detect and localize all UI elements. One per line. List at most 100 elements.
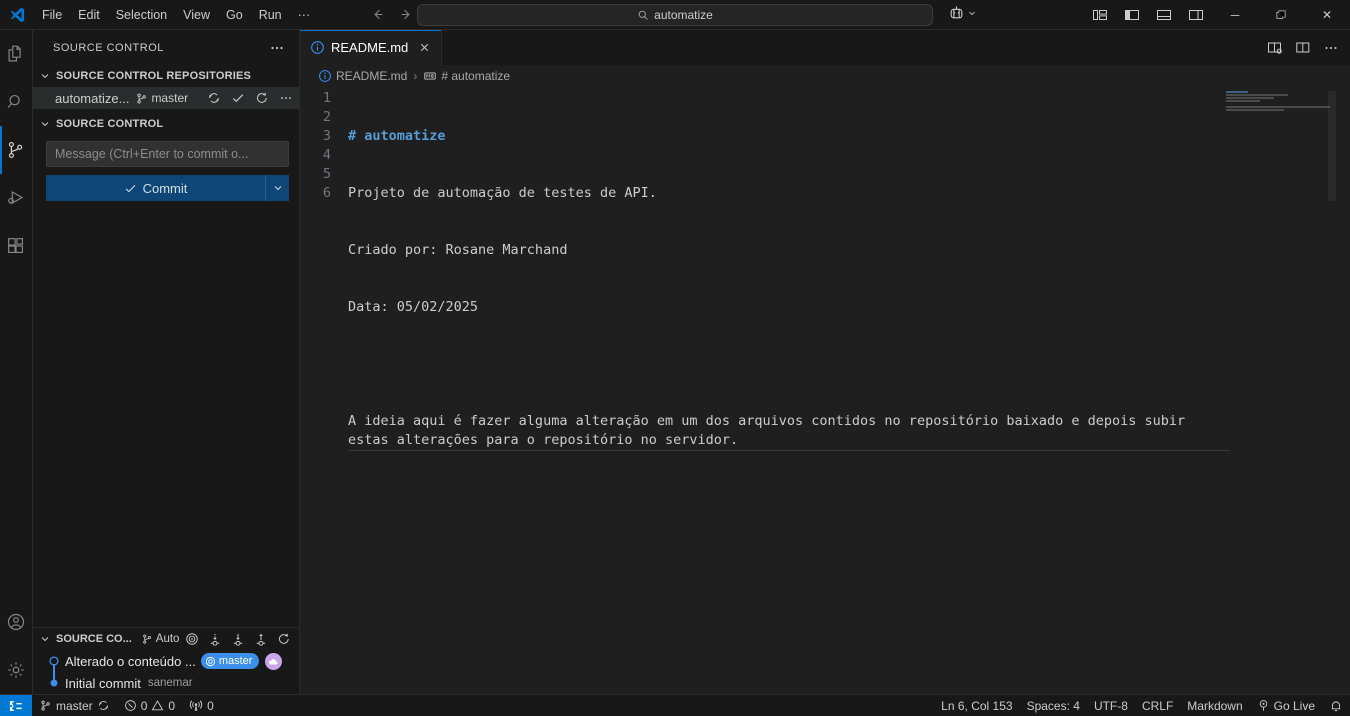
- vscode-window: File Edit Selection View Go Run ··· auto…: [0, 0, 1350, 716]
- graph-section-label: SOURCE CO...: [56, 633, 132, 645]
- source-control-graph-section: SOURCE CO... Auto Alterado o conteúdo ..…: [33, 627, 299, 694]
- graph-section-header[interactable]: SOURCE CO... Auto: [33, 628, 299, 650]
- refresh-icon[interactable]: [277, 632, 291, 646]
- tab-readme-md[interactable]: README.md: [300, 30, 443, 65]
- sidebar-item-extensions[interactable]: [0, 222, 33, 270]
- status-go-live[interactable]: Go Live: [1250, 695, 1322, 716]
- commit-dropdown-button[interactable]: [265, 175, 289, 201]
- minimap-line: [1226, 94, 1288, 96]
- more-actions-icon[interactable]: [1318, 30, 1344, 65]
- refresh-icon[interactable]: [255, 91, 269, 105]
- minimap-slider[interactable]: [1328, 91, 1336, 201]
- menu-go[interactable]: Go: [218, 4, 251, 26]
- graph-branch-selector[interactable]: Auto: [141, 633, 179, 645]
- toggle-primary-sidebar-icon[interactable]: [1116, 0, 1148, 30]
- title-bar: File Edit Selection View Go Run ··· auto…: [0, 0, 1350, 30]
- commit-message: Initial commit: [65, 675, 141, 691]
- breadcrumb-separator: ›: [413, 69, 418, 83]
- repository-row[interactable]: automatize... master: [33, 87, 299, 109]
- graph-node-filled: [43, 677, 65, 689]
- repository-actions: [207, 91, 293, 105]
- avatar: [265, 652, 283, 670]
- git-branch-icon: [39, 699, 52, 712]
- maximize-button[interactable]: [1258, 0, 1304, 30]
- close-button[interactable]: ✕: [1304, 0, 1350, 30]
- breadcrumb-symbol-label: # automatize: [441, 69, 511, 83]
- line-number: 6: [322, 185, 331, 201]
- toggle-secondary-sidebar-icon[interactable]: [1180, 0, 1212, 30]
- pull-icon[interactable]: [231, 632, 245, 647]
- commit-check-icon[interactable]: [231, 91, 245, 105]
- breadcrumb-symbol[interactable]: # automatize: [423, 69, 510, 83]
- bell-icon: [1329, 699, 1343, 713]
- sidebar-item-source-control[interactable]: [0, 126, 33, 174]
- arrow-left-icon[interactable]: [370, 7, 385, 22]
- sync-changes-icon[interactable]: [207, 91, 221, 105]
- symbol-string-icon: [423, 69, 437, 83]
- markdown-info-icon: [310, 40, 325, 55]
- push-icon[interactable]: [254, 632, 268, 647]
- ellipsis-icon[interactable]: [263, 40, 291, 56]
- menu-view[interactable]: View: [175, 4, 218, 26]
- toggle-panel-icon[interactable]: [1148, 0, 1180, 30]
- commit-button[interactable]: Commit: [46, 175, 265, 201]
- status-bar: master 0 0 0 Ln 6, Col 153 Spaces: 4 UTF…: [0, 694, 1350, 716]
- vscode-logo-icon: [0, 6, 34, 24]
- minimap-line: [1226, 91, 1248, 93]
- minimize-button[interactable]: ─: [1212, 0, 1258, 30]
- open-changes-icon[interactable]: [1290, 30, 1316, 65]
- close-icon[interactable]: [418, 41, 431, 54]
- graph-commit-row[interactable]: Initial commit sanemar: [33, 672, 299, 694]
- breadcrumb-file[interactable]: README.md: [318, 69, 407, 83]
- account-icon[interactable]: [0, 598, 33, 646]
- chevron-down-icon: [37, 70, 53, 82]
- branch-ref-label: master: [218, 655, 253, 667]
- menu-edit[interactable]: Edit: [70, 4, 108, 26]
- split-editor-right-icon[interactable]: [1262, 30, 1288, 65]
- target-icon[interactable]: [185, 632, 199, 646]
- code-line: A ideia aqui é fazer alguma alteração em…: [348, 412, 1230, 451]
- status-problems[interactable]: 0 0: [117, 695, 182, 716]
- section-label: SOURCE CONTROL: [56, 118, 164, 130]
- status-cursor-position[interactable]: Ln 6, Col 153: [934, 695, 1019, 716]
- fetch-icon[interactable]: [208, 632, 222, 647]
- commit-message-input[interactable]: [46, 141, 289, 167]
- code-line: # automatize: [348, 128, 446, 144]
- arrow-right-icon[interactable]: [399, 7, 414, 22]
- sidebar-item-explorer[interactable]: [0, 30, 33, 78]
- section-source-control-repositories[interactable]: SOURCE CONTROL REPOSITORIES: [33, 65, 299, 87]
- code-editor[interactable]: 1 2 3 4 5 6 # automatize Projeto de auto…: [300, 87, 1350, 694]
- status-eol[interactable]: CRLF: [1135, 695, 1180, 716]
- status-error-count: 0: [140, 698, 148, 713]
- section-source-control[interactable]: SOURCE CONTROL: [33, 113, 299, 135]
- status-ports[interactable]: 0: [182, 695, 221, 716]
- more-actions-icon[interactable]: [279, 91, 293, 105]
- status-language-mode[interactable]: Markdown: [1180, 695, 1249, 716]
- gear-icon[interactable]: [0, 646, 33, 694]
- chevron-down-icon: [967, 8, 977, 18]
- command-center[interactable]: automatize: [417, 3, 933, 26]
- tab-bar: README.md: [300, 30, 1350, 65]
- status-encoding[interactable]: UTF-8: [1087, 695, 1135, 716]
- status-remote-button[interactable]: [0, 694, 32, 716]
- target-icon: [205, 656, 216, 667]
- menu-file[interactable]: File: [34, 4, 70, 26]
- sidebar-item-run-and-debug[interactable]: [0, 174, 33, 222]
- remote-accounts-chip[interactable]: [948, 4, 977, 21]
- menu-selection[interactable]: Selection: [108, 4, 175, 26]
- code-lines[interactable]: # automatize Projeto de automação de tes…: [348, 89, 1350, 489]
- code-line: Criado por: Rosane Marchand: [348, 242, 568, 258]
- sidebar-item-search[interactable]: [0, 78, 33, 126]
- minimap[interactable]: [1226, 91, 1336, 694]
- menu-run[interactable]: Run: [251, 4, 290, 26]
- status-notifications[interactable]: [1322, 695, 1350, 716]
- commit-button-label: Commit: [142, 180, 188, 196]
- graph-commit-row[interactable]: Alterado o conteúdo ... master: [33, 650, 299, 680]
- radio-tower-icon: [189, 699, 203, 713]
- status-indentation[interactable]: Spaces: 4: [1020, 695, 1087, 716]
- chevron-down-icon: [272, 182, 284, 194]
- status-branch[interactable]: master: [32, 695, 117, 716]
- menu-more[interactable]: ···: [290, 4, 319, 26]
- workbench-body: SOURCE CONTROL SOURCE CONTROL REPOSITORI…: [0, 30, 1350, 694]
- toggle-panel-layout-icon[interactable]: [1084, 0, 1116, 30]
